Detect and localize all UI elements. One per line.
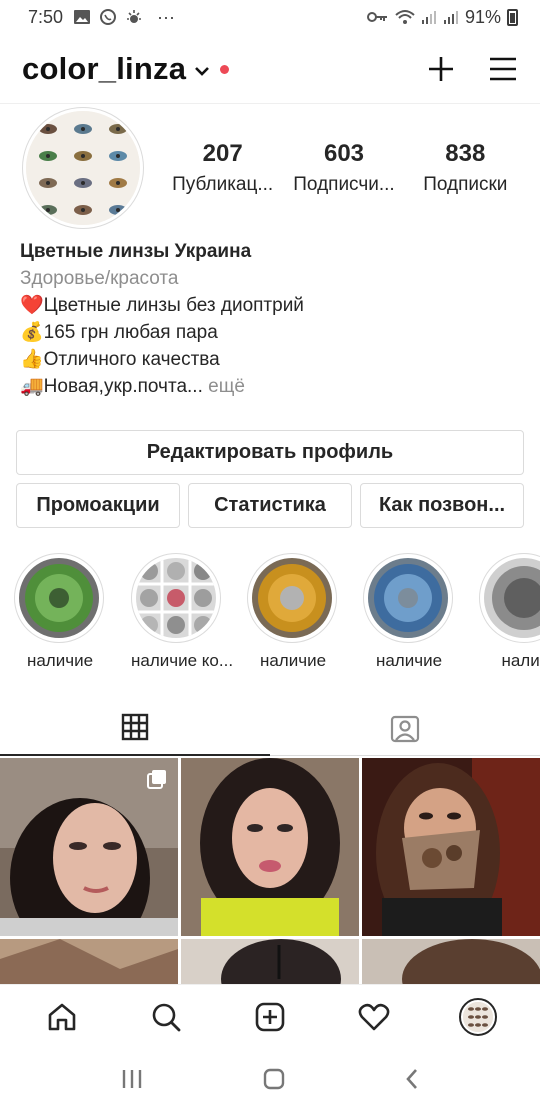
battery-icon	[507, 8, 518, 26]
chevron-down-icon[interactable]	[194, 65, 210, 77]
viber-icon	[100, 9, 117, 25]
highlight-label: наличие	[26, 651, 94, 670]
highlight-label: наличие	[375, 651, 443, 670]
notification-dot	[220, 65, 230, 74]
recent-apps-icon[interactable]	[120, 1068, 144, 1090]
highlight-item[interactable]: наличие	[247, 553, 339, 671]
stat-followers-number: 603	[323, 140, 365, 167]
battery-percent: 91%	[464, 6, 501, 27]
profile-avatar-small	[459, 997, 497, 1036]
nav-home[interactable]	[40, 995, 84, 1039]
highlight-item[interactable]: наличие	[14, 553, 106, 671]
nav-new-post[interactable]	[248, 995, 292, 1039]
avatar-image	[26, 111, 140, 225]
nav-profile[interactable]	[456, 995, 500, 1039]
highlight-label: наличие	[259, 651, 327, 670]
bio-last-text: 🚚Новая,укр.почта...	[20, 376, 203, 397]
menu-icon[interactable]	[488, 56, 518, 82]
status-bar: 7:50 ··· 91%	[0, 0, 540, 34]
profile-bio: Цветные линзы Украина Здоровье/красота ❤…	[20, 238, 520, 400]
system-navigation	[0, 1048, 540, 1110]
highlight-label: наличие ко...	[131, 651, 234, 670]
weather-icon	[127, 10, 142, 23]
home-icon	[48, 1003, 76, 1030]
profile-tabs	[0, 700, 540, 756]
post-thumbnail[interactable]	[0, 758, 178, 936]
highlight-cover	[368, 558, 448, 638]
insights-button[interactable]: Статистика	[188, 483, 352, 528]
highlight-cover	[19, 558, 99, 638]
highlight-cover	[136, 558, 216, 638]
stat-posts-number: 207	[202, 140, 243, 167]
post-thumbnail[interactable]	[181, 939, 359, 986]
edit-profile-button[interactable]: Редактировать профиль	[16, 430, 524, 475]
home-button-icon[interactable]	[263, 1068, 285, 1090]
back-icon[interactable]	[404, 1068, 420, 1090]
stat-following[interactable]: 838 Подписки	[405, 140, 526, 196]
promotions-button[interactable]: Промоакции	[16, 483, 180, 528]
search-icon	[152, 1003, 181, 1031]
multiple-posts-icon	[147, 770, 166, 789]
wifi-icon	[395, 10, 415, 24]
tagged-person-icon	[390, 715, 420, 743]
highlight-item[interactable]: наличие ко...	[131, 553, 234, 671]
signal-icon-2	[443, 11, 458, 24]
key-icon	[366, 12, 387, 22]
profile-name: Цветные линзы Украина	[20, 241, 252, 262]
bottom-navigation	[0, 984, 540, 1048]
status-time: 7:50	[28, 6, 64, 27]
profile-header: color_linza	[0, 34, 540, 104]
posts-grid	[0, 758, 540, 986]
stat-following-label: Подписки	[423, 174, 508, 195]
highlight-ring	[131, 553, 221, 643]
nav-search[interactable]	[144, 995, 188, 1039]
stat-posts-label: Публикац...	[172, 174, 274, 195]
highlight-ring	[14, 553, 104, 643]
post-thumbnail[interactable]	[362, 939, 540, 986]
highlight-label: налич	[501, 651, 540, 670]
highlight-cover	[252, 558, 332, 638]
highlight-item[interactable]: налич	[479, 553, 540, 671]
more-notifications-icon: ···	[157, 6, 176, 27]
stat-followers[interactable]: 603 Подписчи...	[283, 140, 404, 196]
stat-followers-label: Подписчи...	[293, 174, 395, 195]
post-thumbnail[interactable]	[0, 939, 178, 986]
tab-tagged[interactable]	[270, 700, 540, 756]
heart-icon	[358, 1003, 390, 1030]
post-thumbnail[interactable]	[181, 758, 359, 936]
bio-line: 💰165 грн любая пара	[20, 322, 218, 343]
plus-icon[interactable]	[426, 54, 456, 84]
account-switcher-username[interactable]: color_linza	[22, 51, 186, 87]
gallery-icon	[74, 10, 91, 24]
tab-grid[interactable]	[0, 700, 270, 756]
story-highlights: наличие наличие ко... наличие наличие на…	[0, 553, 540, 673]
highlight-ring	[479, 553, 540, 643]
profile-avatar[interactable]	[22, 107, 144, 229]
add-post-icon	[255, 1002, 285, 1031]
highlight-cover	[484, 558, 540, 638]
contact-button[interactable]: Как позвон...	[360, 483, 524, 528]
highlight-ring	[247, 553, 337, 643]
stat-following-number: 838	[445, 140, 486, 167]
profile-stats: 207 Публикац... 603 Подписчи... 838 Подп…	[162, 140, 526, 196]
signal-icon	[421, 11, 436, 24]
stat-posts[interactable]: 207 Публикац...	[162, 140, 283, 196]
bio-line-last: 🚚Новая,укр.почта... ещё	[20, 373, 520, 400]
highlight-ring	[363, 553, 453, 643]
nav-activity[interactable]	[352, 995, 396, 1039]
grid-icon	[121, 713, 149, 741]
bio-line: 👍Отличного качества	[20, 349, 220, 370]
bio-line: ❤️Цветные линзы без диоптрий	[20, 295, 304, 316]
profile-category: Здоровье/красота	[20, 268, 179, 289]
post-thumbnail[interactable]	[362, 758, 540, 936]
highlight-item[interactable]: наличие	[363, 553, 455, 671]
bio-more-link[interactable]: ещё	[203, 376, 245, 397]
